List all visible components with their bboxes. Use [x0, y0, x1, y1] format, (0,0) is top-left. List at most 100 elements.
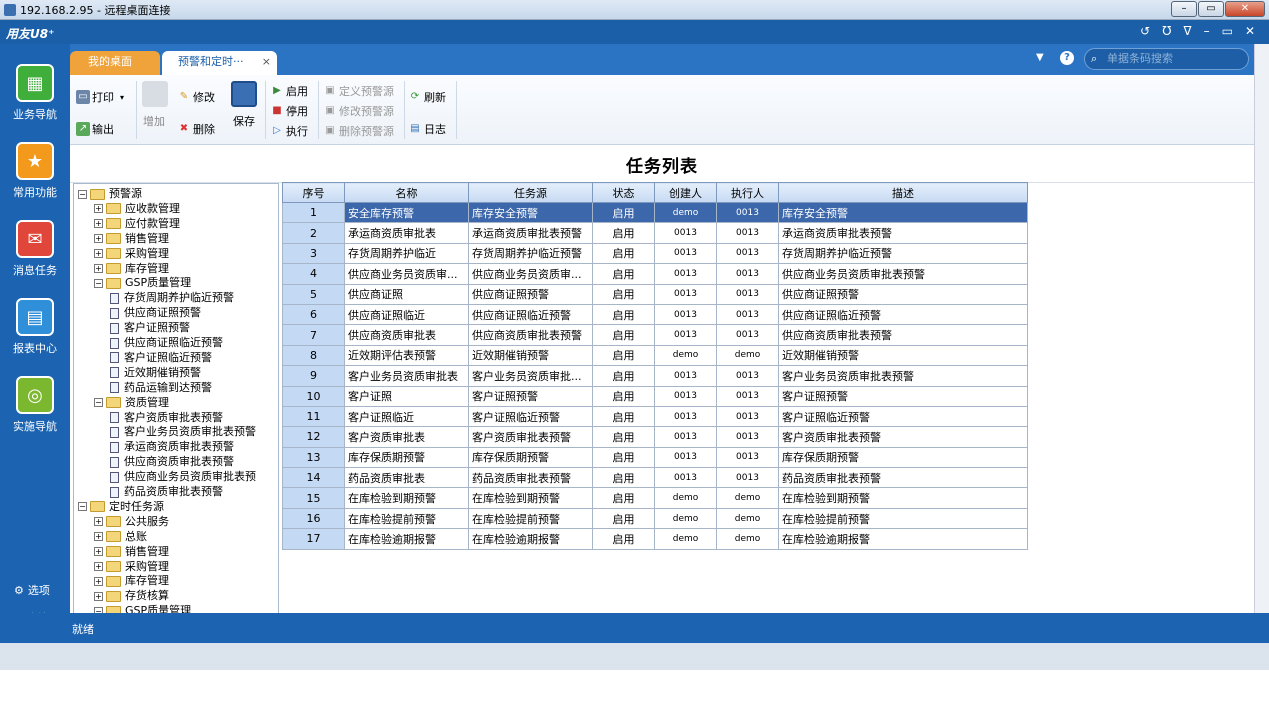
table-row[interactable]: 7 供应商资质审批表 供应商资质审批表预警 启用 0013 0013 供应商资质审批表预警 — [282, 324, 1028, 346]
chevron-down-icon[interactable]: ▼ — [1036, 52, 1044, 63]
column-header[interactable]: 名称 — [344, 182, 469, 203]
tree-node[interactable]: 客户资质审批表预警 — [110, 411, 223, 425]
collapse-icon[interactable]: − — [78, 502, 87, 512]
tree-node[interactable]: 承运商资质审批表预警 — [110, 440, 234, 454]
save-button[interactable]: 保存 — [230, 81, 258, 129]
table-row[interactable]: 16 在库检验提前预警 在库检验提前预警 启用 demo demo 在库检验提前预警 — [282, 507, 1028, 530]
tree-node[interactable]: 药品资质审批表预警 — [110, 485, 223, 499]
table-row[interactable]: 6 供应商证照临近 供应商证照临近预警 启用 0013 0013 供应商证照临近预警 — [282, 303, 1028, 326]
collapse-icon[interactable]: − — [78, 189, 87, 199]
table-row[interactable]: 13 库存保质期预警 库存保质期预警 启用 0013 0013 库存保质期预警 — [282, 446, 1028, 469]
table-row[interactable]: 12 客户资质审批表 客户资质审批表预警 启用 0013 0013 客户资质审批表预警 — [282, 426, 1028, 448]
table-row[interactable]: 9 客户业务员资质审批表 客户业务员资质审批... 启用 0013 0013 客户业务员资质… — [282, 365, 1028, 387]
tree-node[interactable]: + 采购管理 — [94, 560, 169, 574]
table-row[interactable]: 1 安全库存预警 库存安全预警 启用 demo 0013 库存安全预警 — [282, 201, 1028, 224]
tree-node[interactable]: 供应商证照临近预警 — [110, 336, 223, 350]
close-tab-icon[interactable]: × — [262, 51, 271, 73]
execute-button[interactable]: ▷ 执行 — [270, 123, 308, 139]
tree-node[interactable]: 客户证照临近预警 — [110, 351, 212, 365]
disable-button[interactable]: ■ 停用 — [270, 103, 308, 119]
expand-icon[interactable]: + — [94, 591, 103, 601]
tree-node[interactable]: 供应商业务员资质审批表预 — [110, 470, 256, 484]
search-input[interactable]: 单据条码搜索 — [1084, 48, 1249, 70]
menu-down-icon[interactable]: ᐁ — [1183, 24, 1191, 38]
tree-node[interactable]: − GSP质量管理 — [94, 276, 191, 290]
tree-node[interactable]: 近效期催销预警 — [110, 366, 201, 380]
table-row[interactable]: 3 存货周期养护临近 存货周期养护临近预警 启用 0013 0013 存货周期养护临近预警 — [282, 242, 1028, 265]
tree-node[interactable]: − 资质管理 — [94, 396, 169, 410]
tab-alerts-timers[interactable]: 预警和定时··· × — [162, 51, 277, 75]
column-header[interactable]: 序号 — [282, 182, 345, 203]
nav-implementation[interactable]: ◎ 实施导航 — [0, 376, 70, 434]
delete-button[interactable]: ✖ 删除 — [177, 121, 215, 137]
app-minimize-button[interactable]: – — [1204, 24, 1210, 38]
refresh-app-icon[interactable]: ↺ — [1140, 24, 1150, 38]
table-row[interactable]: 4 供应商业务员资质审... 供应商业务员资质审... 启用 0013 0013 供应商业务… — [282, 263, 1028, 285]
collapse-icon[interactable]: − — [94, 398, 103, 408]
nav-reports[interactable]: ▤ 报表中心 — [0, 298, 70, 356]
column-header[interactable]: 任务源 — [468, 182, 593, 203]
tree-node[interactable]: + 存货核算 — [94, 589, 169, 603]
table-row[interactable]: 5 供应商证照 供应商证照预警 启用 0013 0013 供应商证照预警 — [282, 283, 1028, 305]
bottom-scrollbar[interactable] — [0, 643, 1269, 670]
tree-node[interactable]: + 总账 — [94, 530, 147, 544]
nav-common[interactable]: ★ 常用功能 — [0, 142, 70, 200]
tree-node[interactable]: + 库存管理 — [94, 262, 169, 276]
close-window-button[interactable]: ✕ — [1225, 1, 1265, 17]
tree-node[interactable]: − 定时任务源 — [78, 500, 164, 514]
expand-icon[interactable]: + — [94, 264, 103, 273]
tree-node[interactable]: 供应商证照预警 — [110, 306, 201, 320]
vertical-scrollbar[interactable] — [1254, 44, 1269, 657]
tree-node[interactable]: − 预警源 — [78, 187, 142, 201]
expand-icon[interactable]: + — [94, 517, 103, 527]
tab-my-desktop[interactable]: 我的桌面 — [70, 51, 160, 75]
refresh-button[interactable]: ⟳ 刷新 — [408, 89, 446, 105]
tree-node[interactable]: 药品运输到达预警 — [110, 381, 212, 395]
log-button[interactable]: ▤ 日志 — [408, 121, 446, 137]
table-row[interactable]: 10 客户证照 客户证照预警 启用 0013 0013 客户证照预警 — [282, 385, 1028, 407]
tree-node[interactable]: + 应收款管理 — [94, 202, 180, 216]
expand-icon[interactable]: + — [94, 576, 103, 586]
expand-icon[interactable]: + — [94, 547, 103, 557]
minimize-button[interactable]: – — [1171, 1, 1197, 17]
table-row[interactable]: 8 近效期评估表预警 近效期催销预警 启用 demo demo 近效期催销预警 — [282, 344, 1028, 367]
expand-icon[interactable]: + — [94, 532, 103, 542]
column-header[interactable]: 执行人 — [716, 182, 779, 203]
collapse-icon[interactable]: − — [94, 278, 103, 288]
expand-icon[interactable]: + — [94, 204, 103, 214]
expand-icon[interactable]: + — [94, 234, 103, 244]
table-row[interactable]: 14 药品资质审批表 药品资质审批表预警 启用 0013 0013 药品资质审批表预警 — [282, 467, 1028, 489]
column-header[interactable]: 创建人 — [654, 182, 717, 203]
tree-node[interactable]: + 销售管理 — [94, 545, 169, 559]
tree-node[interactable]: + 采购管理 — [94, 247, 169, 261]
help-icon[interactable]: ? — [1060, 51, 1074, 65]
define-source-button[interactable]: ▣ 定义预警源 — [323, 83, 394, 99]
column-header[interactable]: 描述 — [778, 182, 1028, 203]
delete-source-button[interactable]: ▣ 删除预警源 — [323, 123, 394, 139]
edit-button[interactable]: ✎ 修改 — [177, 89, 215, 105]
tree-node[interactable]: + 公共服务 — [94, 515, 169, 529]
table-row[interactable]: 2 承运商资质审批表 承运商资质审批表预警 启用 0013 0013 承运商资质审批表预警 — [282, 222, 1028, 244]
nav-options[interactable]: ⚙ 选项 — [14, 582, 50, 598]
maximize-button[interactable]: ▭ — [1198, 1, 1224, 17]
tree-node[interactable]: + 销售管理 — [94, 232, 169, 246]
expand-icon[interactable]: + — [94, 562, 103, 571]
tree-node[interactable]: 客户证照预警 — [110, 321, 190, 335]
export-button[interactable]: ↗ 输出 — [76, 121, 114, 137]
tree-node[interactable]: + 应付款管理 — [94, 217, 180, 231]
add-button[interactable]: 增加 — [142, 81, 168, 129]
table-row[interactable]: 15 在库检验到期预警 在库检验到期预警 启用 demo demo 在库检验到期预警 — [282, 487, 1028, 509]
tree-node[interactable]: 客户业务员资质审批表预警 — [110, 425, 256, 439]
table-row[interactable]: 11 客户证照临近 客户证照临近预警 启用 0013 0013 客户证照临近预警 — [282, 405, 1028, 428]
tree-node[interactable]: 存货周期养护临近预警 — [110, 291, 234, 305]
nav-messages[interactable]: ✉ 消息任务 — [0, 220, 70, 278]
print-button[interactable]: ▭ 打印 ▾ — [76, 89, 124, 105]
tree-node[interactable]: 供应商资质审批表预警 — [110, 455, 234, 469]
tree-node[interactable]: + 库存管理 — [94, 574, 169, 588]
table-row[interactable]: 17 在库检验逾期报警 在库检验逾期报警 启用 demo demo 在库检验逾期报警 — [282, 528, 1028, 550]
user-icon[interactable]: Ʊ — [1162, 24, 1171, 38]
nav-business[interactable]: ▦ 业务导航 — [0, 64, 70, 122]
column-header[interactable]: 状态 — [592, 182, 655, 203]
app-close-button[interactable]: ✕ — [1245, 24, 1255, 38]
app-restore-button[interactable]: ▭ — [1222, 24, 1233, 38]
